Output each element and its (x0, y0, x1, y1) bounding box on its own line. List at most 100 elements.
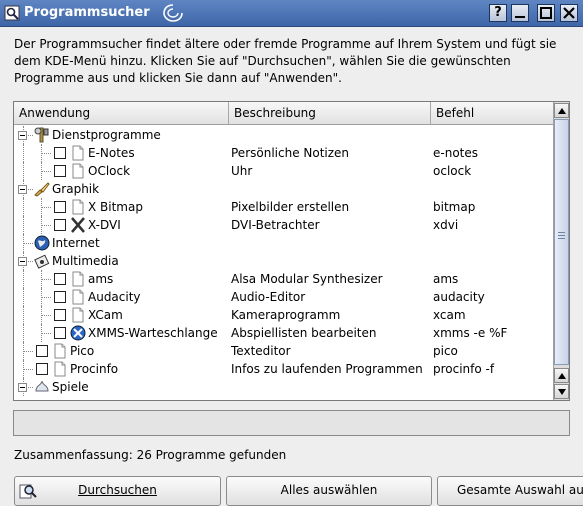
program-checkbox[interactable] (54, 147, 66, 159)
description-cell: Kameraprogramm (231, 308, 341, 322)
list-header: Anwendung Beschreibung Befehl (14, 102, 554, 125)
command-cell: xcam (433, 308, 466, 322)
summary-label: Zusammenfassung: 26 Programme gefunden (14, 448, 287, 462)
arrow-down-icon (557, 388, 566, 395)
tools-icon (34, 127, 50, 143)
program-checkbox[interactable] (54, 327, 66, 339)
command-cell: xdvi (433, 218, 459, 232)
description-cell: Audio-Editor (231, 290, 306, 304)
scrollbar-thumb[interactable] (554, 119, 569, 365)
application-name: X Bitmap (88, 200, 143, 214)
program-checkbox[interactable] (54, 201, 66, 213)
category-row[interactable]: Dienstprogramme (14, 126, 552, 144)
deselect-all-button[interactable]: Gesamte Auswahl au (437, 476, 583, 506)
description-cell: Infos zu laufenden Programmen (231, 362, 423, 376)
tree-connector (41, 162, 42, 180)
tree-connector (41, 207, 51, 208)
program-row[interactable]: XCam Kameraprogramm xcam (14, 306, 552, 324)
application-name: Dienstprogramme (52, 128, 161, 142)
scan-button-label: Durchsuchen (78, 483, 157, 497)
category-row[interactable]: Multimedia (14, 252, 552, 270)
document-icon (70, 271, 86, 287)
scroll-up-button[interactable] (554, 103, 569, 118)
search-icon (19, 484, 37, 499)
program-row[interactable]: X Bitmap Pixelbilder erstellen bitmap (14, 198, 552, 216)
intro-text: Der Programmsucher findet ältere oder fr… (14, 37, 557, 85)
command-cell: ams (433, 272, 459, 286)
globe-icon (34, 235, 50, 251)
close-button[interactable] (560, 4, 578, 22)
program-checkbox[interactable] (36, 363, 48, 375)
collapse-toggle[interactable] (18, 257, 27, 266)
scroll-up-button-lower[interactable] (554, 368, 569, 383)
help-button[interactable]: ? (489, 4, 507, 22)
vertical-scrollbar[interactable] (553, 102, 569, 400)
document-icon (70, 145, 86, 161)
tree-connector (41, 306, 42, 324)
application-name: XMMS-Warteschlange (88, 326, 218, 340)
document-icon (70, 199, 86, 215)
collapse-toggle[interactable] (18, 185, 27, 194)
select-all-button[interactable]: Alles auswählen (226, 476, 432, 506)
maximize-button[interactable] (537, 4, 555, 22)
description-cell: DVI-Betrachter (231, 218, 320, 232)
application-name: Procinfo (70, 362, 119, 376)
scan-button[interactable]: Durchsuchen (14, 476, 221, 506)
tree-connector (41, 324, 42, 342)
tree-connector (23, 270, 24, 288)
deselect-all-button-label: Gesamte Auswahl au (457, 483, 583, 497)
tree-connector (23, 360, 24, 378)
tree-connector (23, 243, 33, 244)
select-all-button-label: Alles auswählen (280, 483, 378, 497)
tree-connector (23, 198, 24, 216)
program-checkbox[interactable] (54, 165, 66, 177)
program-row[interactable]: OClock Uhr oclock (14, 162, 552, 180)
application-name: Graphik (52, 182, 100, 196)
application-name: X-DVI (88, 218, 121, 232)
document-icon (70, 289, 86, 305)
program-row[interactable]: Audacity Audio-Editor audacity (14, 288, 552, 306)
program-tree-list[interactable]: Anwendung Beschreibung Befehl Dienstprog… (13, 101, 570, 401)
category-row[interactable]: Internet (14, 234, 552, 252)
collapse-toggle[interactable] (18, 383, 27, 392)
minimize-button[interactable] (511, 4, 529, 22)
command-cell: xmms -e %F (433, 326, 508, 340)
program-row[interactable]: Pico Texteditor pico (14, 342, 552, 360)
program-checkbox[interactable] (54, 273, 66, 285)
tree-connector (41, 144, 42, 162)
command-cell: bitmap (433, 200, 476, 214)
program-row[interactable]: ams Alsa Modular Synthesizer ams (14, 270, 552, 288)
program-checkbox[interactable] (54, 291, 66, 303)
application-name: Audacity (88, 290, 141, 304)
program-checkbox[interactable] (54, 309, 66, 321)
application-name: XCam (88, 308, 123, 322)
title-bar[interactable]: Programmsucher ? (0, 0, 583, 27)
suse-logo-icon (163, 4, 183, 22)
category-row[interactable]: Graphik (14, 180, 552, 198)
scroll-down-button[interactable] (554, 384, 569, 399)
program-row[interactable]: E-Notes Persönliche Notizen e-notes (14, 144, 552, 162)
category-row[interactable]: Spiele (14, 378, 552, 396)
program-checkbox[interactable] (54, 219, 66, 231)
multimedia-icon (34, 253, 50, 269)
command-cell: oclock (433, 164, 472, 178)
tree-connector (23, 351, 33, 352)
application-name: Multimedia (52, 254, 119, 268)
tree-connector (23, 288, 24, 306)
tree-connector (41, 225, 51, 226)
program-row[interactable]: X-DVI DVI-Betrachter xdvi (14, 216, 552, 234)
column-header-command[interactable]: Befehl (431, 102, 554, 124)
column-header-application[interactable]: Anwendung (14, 102, 229, 124)
description-cell: Abspiellisten bearbeiten (231, 326, 377, 340)
document-icon (70, 307, 86, 323)
program-row[interactable]: Procinfo Infos zu laufenden Programmen pro… (14, 360, 552, 378)
column-header-description[interactable]: Beschreibung (229, 102, 431, 124)
tree-connector (23, 216, 24, 234)
collapse-toggle[interactable] (18, 131, 27, 140)
search-app-icon (4, 5, 20, 21)
program-row[interactable]: XMMS-Warteschlange Abspiellisten bearbeit… (14, 324, 552, 342)
program-checkbox[interactable] (36, 345, 48, 357)
tree-connector (41, 216, 42, 234)
application-name: ams (88, 272, 114, 286)
tree-connector (41, 315, 51, 316)
